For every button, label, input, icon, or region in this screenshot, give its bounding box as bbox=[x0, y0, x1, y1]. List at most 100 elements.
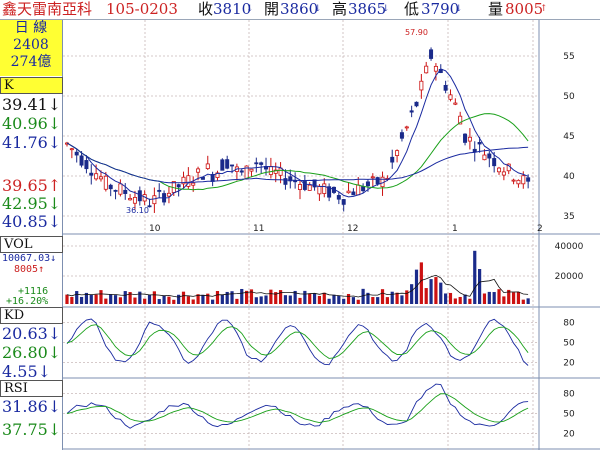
vol-bar-74 bbox=[424, 288, 428, 304]
vol-bar-9 bbox=[109, 294, 113, 304]
vol-bar-39 bbox=[254, 297, 258, 304]
vol-bar-58 bbox=[346, 293, 351, 304]
kd-panel-label[interactable]: KD bbox=[0, 307, 63, 324]
vol-bar-14 bbox=[133, 297, 137, 304]
candle-body-83 bbox=[467, 136, 472, 142]
candle-body-27 bbox=[196, 168, 201, 173]
kd-value-0: 20.63↓ bbox=[2, 324, 62, 343]
candle-body-88 bbox=[492, 158, 497, 167]
candle-body-2 bbox=[74, 151, 79, 156]
vol-bar-29 bbox=[206, 293, 210, 304]
vol-bar-23 bbox=[177, 294, 181, 304]
vol-ma-value: 10067.03↓ bbox=[2, 253, 57, 264]
candle-body-73 bbox=[419, 80, 424, 91]
candle-body-93 bbox=[516, 179, 521, 185]
k-panel-label[interactable]: K bbox=[0, 77, 63, 94]
candle-body-14 bbox=[132, 197, 137, 204]
vol-bar-85 bbox=[478, 269, 482, 304]
candle-body-8 bbox=[103, 175, 108, 190]
price-tick-2: 45 bbox=[563, 132, 574, 142]
candle-body-50 bbox=[307, 184, 312, 191]
vol-bar-8 bbox=[104, 298, 108, 304]
vol-bar-48 bbox=[298, 297, 302, 304]
vol-panel-label[interactable]: VOL bbox=[0, 236, 63, 253]
month-tick-3: 1 bbox=[452, 224, 458, 234]
candle-body-60 bbox=[356, 184, 361, 196]
open-label: 開 bbox=[264, 0, 280, 18]
candle-body-12 bbox=[123, 189, 128, 194]
candle-body-38 bbox=[249, 168, 254, 172]
rsi-panel-label[interactable]: RSI bbox=[0, 380, 63, 397]
vol-bar-53 bbox=[322, 292, 326, 304]
vol-bar-12 bbox=[123, 291, 127, 304]
candle-body-39 bbox=[254, 162, 259, 165]
candle-body-57 bbox=[341, 199, 346, 205]
candle-body-44 bbox=[278, 167, 283, 176]
vol-bar-50 bbox=[308, 293, 312, 304]
vol-bar-22 bbox=[172, 299, 176, 304]
vol-bar-60 bbox=[356, 299, 360, 304]
rsi-tick-1: 50 bbox=[563, 410, 575, 420]
vol-bar-0 bbox=[65, 294, 69, 304]
candle-body-92 bbox=[511, 179, 516, 182]
vol-bar-95 bbox=[526, 298, 530, 304]
candle-body-69 bbox=[399, 132, 404, 139]
stock-chart[interactable]: 57.9036.10 555045403510 11 12 1 240000200008… bbox=[63, 20, 600, 450]
vol-bar-61 bbox=[361, 288, 365, 304]
vol-bar-42 bbox=[269, 289, 273, 304]
price-tick-4: 35 bbox=[563, 212, 574, 222]
peak-label: 57.90 bbox=[405, 28, 428, 37]
candle-body-7 bbox=[98, 176, 103, 180]
vol-bar-94 bbox=[521, 299, 525, 304]
vol-bar-59 bbox=[351, 297, 355, 304]
candle-body-53 bbox=[322, 183, 327, 194]
low-value: 3790 bbox=[421, 0, 460, 18]
candle-body-86 bbox=[482, 154, 487, 161]
price-tick-3: 40 bbox=[563, 172, 575, 182]
vol-bar-21 bbox=[167, 296, 171, 304]
candle-body-85 bbox=[477, 142, 482, 145]
open-value: 3860 bbox=[280, 0, 319, 18]
vol-bar-81 bbox=[458, 296, 462, 304]
kd-tick-0: 80 bbox=[563, 318, 575, 328]
candle-body-68 bbox=[395, 150, 400, 156]
candle-body-42 bbox=[268, 165, 273, 175]
candle-body-67 bbox=[390, 156, 395, 163]
candle-body-5 bbox=[89, 172, 94, 176]
quote-header: 鑫天雷南亞科 105-0203 收 3810 ↓ 開 3860 ↓ 高 3865… bbox=[0, 0, 600, 20]
vol-bar-65 bbox=[380, 289, 385, 304]
candle-body-18 bbox=[152, 195, 157, 205]
candle-body-95 bbox=[526, 177, 531, 182]
candle-body-90 bbox=[501, 171, 506, 176]
candle-body-59 bbox=[351, 191, 356, 196]
vol-bar-75 bbox=[429, 279, 433, 304]
vol-bar-49 bbox=[303, 290, 307, 304]
low-label: 低 bbox=[404, 0, 420, 18]
k-lower-value-1: 42.95↓ bbox=[2, 194, 62, 213]
vol-bar-51 bbox=[312, 293, 317, 304]
vol-bar-87 bbox=[487, 291, 491, 304]
candle-body-64 bbox=[375, 177, 380, 185]
candle-body-32 bbox=[220, 159, 225, 171]
candle-body-87 bbox=[487, 153, 492, 159]
volume-value: 8005 bbox=[505, 0, 544, 18]
candle-body-1 bbox=[69, 148, 74, 151]
vol-bar-68 bbox=[395, 292, 399, 304]
vol-bar-17 bbox=[147, 294, 152, 304]
vol-bar-30 bbox=[211, 299, 215, 304]
candle-body-47 bbox=[293, 180, 298, 183]
candle-body-75 bbox=[429, 49, 434, 59]
vol-bar-73 bbox=[419, 262, 423, 304]
rsi-value-0: 31.86↓ bbox=[2, 397, 62, 416]
rsi-tick-0: 80 bbox=[563, 389, 575, 399]
candle-body-52 bbox=[317, 185, 322, 195]
vol-bar-32 bbox=[220, 294, 224, 304]
candle-body-3 bbox=[79, 155, 84, 166]
candle-body-23 bbox=[176, 184, 181, 188]
kd-tick-2: 20 bbox=[563, 359, 575, 369]
vol-bar-90 bbox=[502, 296, 506, 304]
vol-bar-64 bbox=[376, 297, 380, 304]
quote-date: 105-0203 bbox=[106, 0, 178, 18]
candle-body-94 bbox=[521, 175, 526, 185]
vol-bar-20 bbox=[162, 295, 166, 304]
